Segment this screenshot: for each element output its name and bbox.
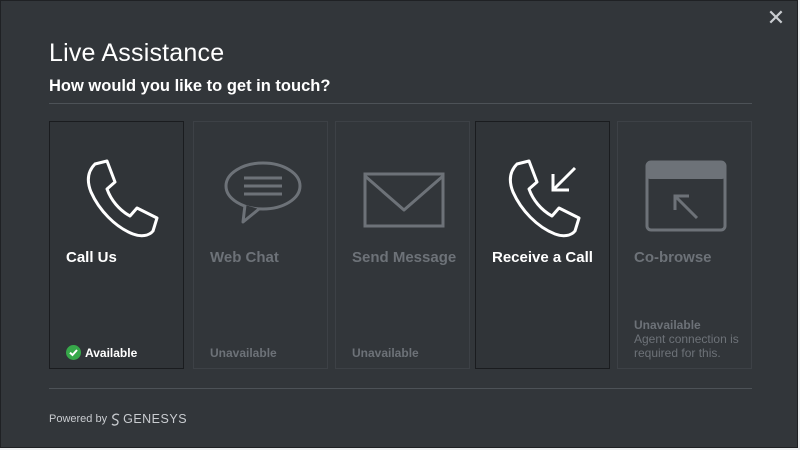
close-icon[interactable]: ✕ — [765, 7, 787, 29]
phone-icon — [50, 152, 185, 242]
divider-top — [49, 103, 752, 104]
modal-title: Live Assistance — [49, 39, 225, 67]
option-co-browse: Co-browse Unavailable Agent connection i… — [617, 121, 752, 369]
genesys-logo: GENESYS — [111, 412, 187, 426]
chat-bubble-icon — [194, 152, 329, 242]
option-web-chat: Web Chat Unavailable — [193, 121, 328, 369]
incoming-call-icon — [476, 152, 611, 242]
modal-subtitle: How would you like to get in touch? — [49, 77, 331, 95]
divider-bottom — [49, 388, 752, 389]
option-receive-a-call[interactable]: Receive a Call — [475, 121, 610, 369]
status-unavailable: Unavailable Agent connection is required… — [634, 318, 746, 360]
option-label: Send Message — [352, 249, 457, 266]
option-label: Web Chat — [210, 249, 279, 266]
status-unavailable: Unavailable — [210, 346, 277, 360]
cobrowse-icon — [618, 152, 753, 242]
live-assistance-modal: ✕ Live Assistance How would you like to … — [0, 0, 798, 448]
option-label: Call Us — [66, 249, 117, 266]
option-call-us[interactable]: Call Us Available — [49, 121, 184, 369]
status-available: Available — [66, 345, 137, 360]
powered-by: Powered by GENESYS — [49, 412, 188, 426]
option-send-message: Send Message Unavailable — [335, 121, 470, 369]
envelope-icon — [336, 152, 471, 242]
option-label: Co-browse — [634, 249, 712, 266]
status-detail: Agent connection is required for this. — [634, 332, 739, 360]
status-unavailable: Unavailable — [352, 346, 419, 360]
option-label: Receive a Call — [492, 249, 593, 266]
check-icon — [66, 345, 81, 360]
